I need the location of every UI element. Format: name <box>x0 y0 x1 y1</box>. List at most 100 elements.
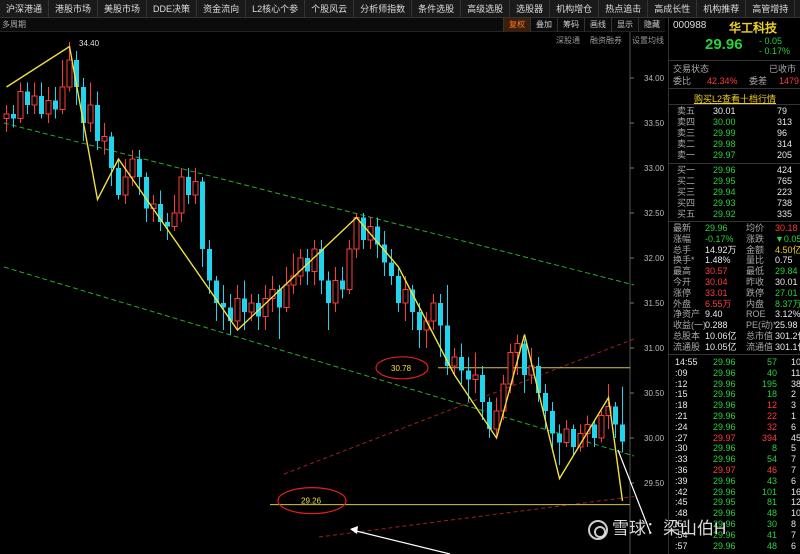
book-row: 卖五 30.01 79 <box>669 106 800 116</box>
menu-item[interactable]: 港股市场 <box>49 0 99 17</box>
tick-price: 29.96 <box>713 367 736 378</box>
menu-item[interactable]: 热点追击 <box>599 0 649 17</box>
high-price-label: 34.40 <box>79 39 100 48</box>
menu-item[interactable]: 条件选股 <box>412 0 462 17</box>
y-tick-label: 31.00 <box>644 344 665 353</box>
tick-count: 16 <box>791 486 800 497</box>
candle <box>17 82 24 123</box>
book-level-label: 卖一 <box>677 150 696 160</box>
book-row: 买五 29.92 335 <box>669 209 800 219</box>
tick-price: 29.96 <box>713 540 736 551</box>
trade-status-row: 交易状态 已收市 <box>669 64 800 74</box>
tick-volume: 32 <box>766 421 777 432</box>
book-level-label: 卖三 <box>677 128 696 138</box>
stat-value: 29.96 <box>705 223 728 233</box>
tick-volume: 57 <box>766 357 777 367</box>
y-tick-label: 32.50 <box>644 209 665 218</box>
stat-value: ▼0.05 <box>775 233 800 244</box>
toolbar-button[interactable]: 筹码 <box>557 18 584 32</box>
stat-label: 涨停 <box>673 287 692 298</box>
menu-item[interactable]: 高成长性 <box>648 0 698 17</box>
menu-item[interactable]: 资金流向 <box>197 0 247 17</box>
candle <box>171 195 178 231</box>
trend-line-lower <box>318 496 635 538</box>
candle <box>178 168 185 222</box>
book-level-label: 卖二 <box>677 139 696 149</box>
tick-count: 10 <box>791 508 800 519</box>
stat-label: 换手* <box>673 255 695 266</box>
toolbar-button[interactable]: 画线 <box>584 18 611 32</box>
stat-label: 量比 <box>746 255 765 266</box>
candle <box>472 352 479 393</box>
stats-row: 总股本 10.06亿总市值301.2亿 <box>669 331 800 341</box>
book-level-label: 卖五 <box>677 106 696 116</box>
tick-volume: 30 <box>766 519 777 529</box>
stat-value: 0.288 <box>705 320 728 331</box>
tick-row: :18 29.96 12 3 <box>669 400 800 410</box>
candle <box>430 294 437 330</box>
annotation-label: 29.26 <box>301 497 322 506</box>
tick-time: :12 <box>675 378 688 389</box>
last-price: 29.96 <box>705 36 743 53</box>
candle <box>311 240 318 285</box>
book-volume: 79 <box>777 106 788 116</box>
toolbar-button[interactable]: 复权 <box>503 18 530 32</box>
y-tick-label: 30.00 <box>644 434 665 443</box>
tick-row: :15 29.96 18 2 <box>669 389 800 399</box>
stat-value: -0.17% <box>705 233 734 244</box>
tick-price: 29.95 <box>713 497 736 508</box>
menu-item[interactable]: DDE决策 <box>147 0 198 17</box>
stat-value: 9.40 <box>705 309 723 320</box>
kline-chart[interactable]: 34.00 33.50 33.00 32.50 32.00 31.50 31.00 30.50… <box>0 32 665 554</box>
tick-count: 38 <box>791 378 800 389</box>
quote-panel: 000988 华工科技 29.96 - 0.05 - 0.17% 交易状态 已收… <box>668 18 800 554</box>
stat-label: 跌停 <box>746 287 765 298</box>
stat-value: 10.06亿 <box>705 331 737 341</box>
toolbar-button[interactable]: 显示 <box>611 18 638 32</box>
candle <box>389 249 394 285</box>
price-change: - 0.05 <box>759 36 783 46</box>
tick-volume: 54 <box>766 454 777 465</box>
book-row: 买二 29.95 765 <box>669 176 800 186</box>
candle <box>277 285 282 339</box>
toolbar-button[interactable]: 叠加 <box>530 18 557 32</box>
stock-name[interactable]: 华工科技 <box>729 19 777 36</box>
stat-label: 最低 <box>746 266 765 277</box>
order-ratio-row: 委比 42.34% 委差 1479 <box>669 76 800 86</box>
menu-item[interactable]: 高级选股 <box>461 0 511 17</box>
candle <box>45 87 52 123</box>
stats-row: 最高 30.57 最低 29.84 <box>669 266 800 276</box>
menu-item[interactable]: 沪深港通 <box>0 0 50 17</box>
menu-item[interactable]: 选股器 <box>510 0 551 17</box>
candle <box>522 339 527 393</box>
menu-item[interactable]: 分析师指数 <box>354 0 413 17</box>
candle <box>557 424 562 465</box>
stock-code: 000988 <box>673 20 707 31</box>
menu-item[interactable]: 美股市场 <box>98 0 148 17</box>
tick-count: 6 <box>791 421 797 432</box>
menu-item[interactable]: 机构增仓 <box>550 0 600 17</box>
stats-row: 换手* 1.48% 量比 0.75 <box>669 255 800 265</box>
toolbar-button[interactable]: 隐藏 <box>638 18 665 32</box>
menu-item[interactable]: L2核心个参 <box>246 0 306 17</box>
book-volume: 96 <box>777 128 788 138</box>
book-volume: 335 <box>777 209 793 219</box>
candle <box>228 294 233 335</box>
chart-toolbar: 多周期 复权 叠加 筹码 画线 显示 隐藏 <box>0 18 665 32</box>
book-level-label: 买一 <box>677 165 696 175</box>
order-ratio-label: 委比 <box>673 76 692 86</box>
tick-price: 29.96 <box>713 475 736 486</box>
divider <box>669 60 800 61</box>
tick-count: 6 <box>791 475 797 486</box>
order-ratio-value: 42.34% <box>707 76 738 86</box>
stat-label: PE(动)* <box>746 320 777 331</box>
stat-label: 最新 <box>673 223 692 233</box>
y-tick-label: 32.00 <box>644 254 665 263</box>
menu-item[interactable]: 个股风云 <box>305 0 355 17</box>
menu-item[interactable]: 机构推荐 <box>697 0 747 17</box>
menu-item[interactable]: 高管增持 <box>746 0 796 17</box>
y-tick-label: 34.00 <box>644 74 665 83</box>
book-row: 买四 29.93 738 <box>669 198 800 208</box>
tick-count: 7 <box>791 454 797 465</box>
period-selector[interactable]: 多周期 <box>2 19 26 30</box>
